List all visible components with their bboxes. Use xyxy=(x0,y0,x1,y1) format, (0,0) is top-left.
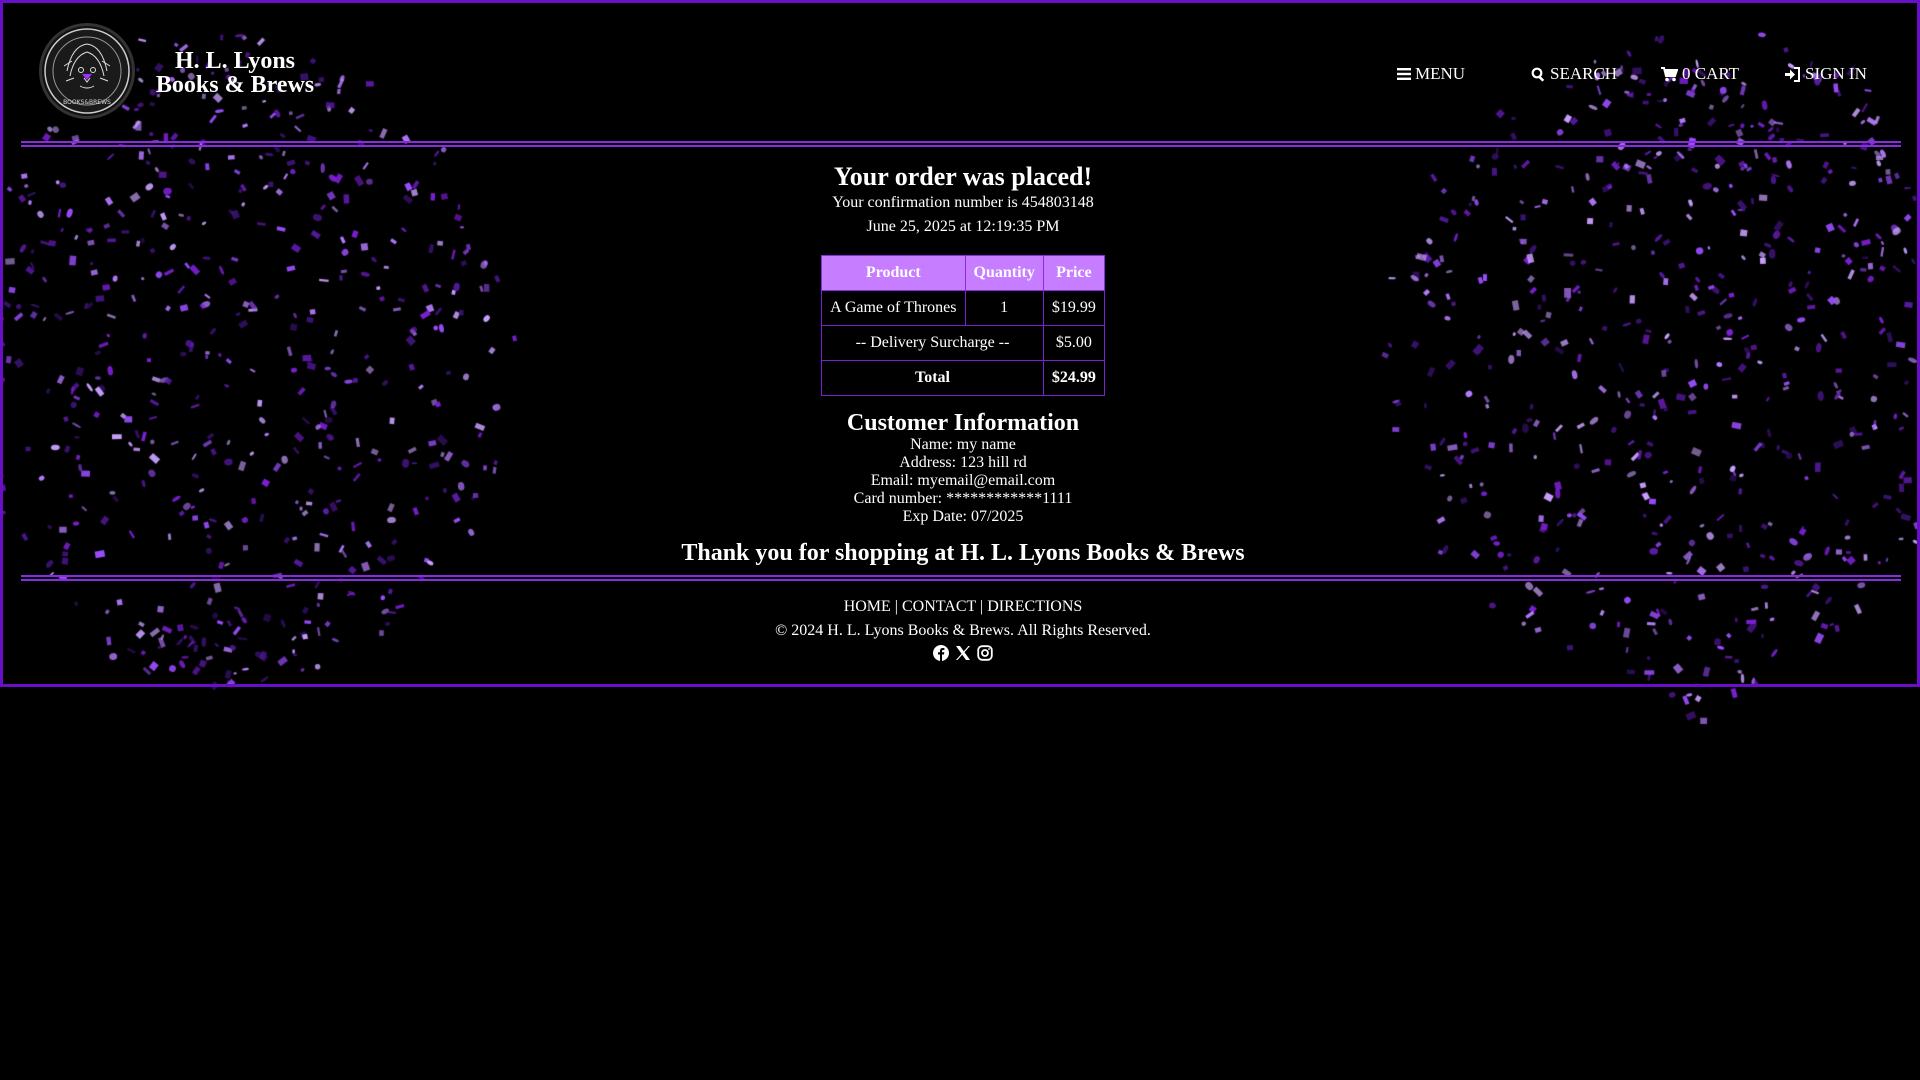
lion-emblem-icon: BOOKS&BREWS xyxy=(44,28,130,114)
thank-you-message: Thank you for shopping at H. L. Lyons Bo… xyxy=(681,540,1245,566)
instagram-icon[interactable] xyxy=(977,645,993,661)
customer-address: Address: 123 hill rd xyxy=(899,454,1027,471)
footer-links: HOME | CONTACT | DIRECTIONS xyxy=(3,595,1920,619)
menu-icon xyxy=(1397,68,1411,80)
nav-sign-in[interactable]: SIGN IN xyxy=(1785,63,1867,85)
order-table-header: Product Quantity Price xyxy=(821,255,1105,291)
product-cell: A Game of Thrones xyxy=(821,290,966,326)
nav-search-label: SEARCH xyxy=(1550,64,1618,83)
surcharge-price: $5.00 xyxy=(1042,325,1105,361)
customer-name: Name: my name xyxy=(910,436,1016,453)
total-price: $24.99 xyxy=(1042,360,1105,396)
footer-link-home[interactable]: HOME xyxy=(844,598,891,615)
site-name-line2: Books & Brews xyxy=(155,72,315,98)
order-table: Product Quantity Price A Game of Thrones… xyxy=(821,255,1105,396)
customer-card: Card number: ************1111 xyxy=(853,490,1073,507)
nav-sign-in-label: SIGN IN xyxy=(1805,64,1867,83)
surcharge-row: -- Delivery Surcharge -- $5.00 xyxy=(821,325,1105,361)
footer-divider xyxy=(21,575,1901,581)
order-title: Your order was placed! xyxy=(833,162,1093,191)
sign-in-icon xyxy=(1785,66,1800,82)
site-name-line1: H. L. Lyons xyxy=(174,48,296,74)
cart-icon xyxy=(1661,66,1678,81)
nav-search[interactable]: SEARCH xyxy=(1531,63,1617,85)
total-row: Total $24.99 xyxy=(821,360,1105,396)
order-confirmation: Your order was placed! Your confirmation… xyxy=(3,163,1920,568)
nav-cart-label: 0 CART xyxy=(1682,64,1740,83)
header-divider xyxy=(21,141,1901,147)
footer-separator: | xyxy=(890,598,902,615)
header-price: Price xyxy=(1042,255,1105,291)
price-cell: $19.99 xyxy=(1042,290,1105,326)
page-frame: BOOKS&BREWS H. L. Lyons Books & Brews ME… xyxy=(0,0,1920,687)
order-timestamp: June 25, 2025 at 12:19:35 PM xyxy=(866,218,1060,235)
header-quantity: Quantity xyxy=(964,255,1044,291)
footer-link-directions[interactable]: DIRECTIONS xyxy=(987,598,1082,615)
x-icon[interactable] xyxy=(955,645,971,661)
header-product: Product xyxy=(821,255,966,291)
site-footer: HOME | CONTACT | DIRECTIONS © 2024 H. L.… xyxy=(3,595,1920,661)
customer-info-title: Customer Information xyxy=(846,410,1080,436)
store-logo[interactable]: BOOKS&BREWS xyxy=(39,23,135,119)
customer-exp: Exp Date: 07/2025 xyxy=(902,508,1024,525)
footer-separator: | xyxy=(975,598,988,615)
nav-cart[interactable]: 0 CART xyxy=(1661,63,1739,85)
confirmation-number: Your confirmation number is 454803148 xyxy=(832,194,1094,211)
site-header: BOOKS&BREWS H. L. Lyons Books & Brews ME… xyxy=(3,3,1917,143)
copyright: © 2024 H. L. Lyons Books & Brews. All Ri… xyxy=(775,622,1151,639)
search-icon xyxy=(1531,67,1545,82)
site-name[interactable]: H. L. Lyons Books & Brews xyxy=(155,49,315,97)
facebook-icon[interactable] xyxy=(933,645,949,661)
quantity-cell: 1 xyxy=(964,290,1044,326)
table-row: A Game of Thrones 1 $19.99 xyxy=(821,290,1105,326)
total-label: Total xyxy=(821,360,1044,396)
svg-text:BOOKS&BREWS: BOOKS&BREWS xyxy=(63,99,111,106)
surcharge-label: -- Delivery Surcharge -- xyxy=(821,325,1044,361)
customer-email: Email: myemail@email.com xyxy=(870,472,1056,489)
footer-link-contact[interactable]: CONTACT xyxy=(902,598,976,615)
nav-menu[interactable]: MENU xyxy=(1397,63,1465,85)
social-links xyxy=(3,645,1920,661)
nav-menu-label: MENU xyxy=(1415,64,1466,83)
